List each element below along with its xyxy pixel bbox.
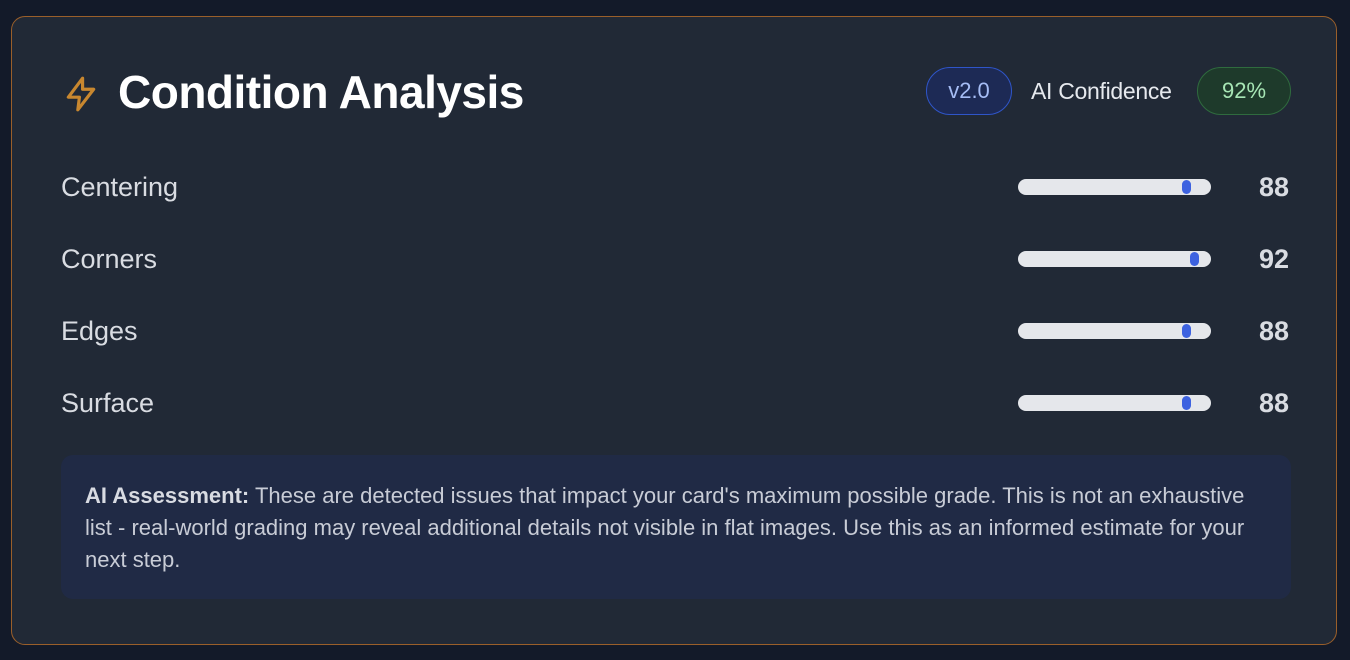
ai-assessment-box: AI Assessment: These are detected issues… [61, 455, 1291, 599]
score-slider[interactable] [1018, 179, 1211, 195]
metric-row-surface: Surface 88 [12, 383, 1336, 423]
metric-value: 88 [1258, 172, 1289, 202]
card-title: Condition Analysis [118, 66, 524, 118]
metric-value: 92 [1258, 244, 1289, 274]
score-slider[interactable] [1018, 323, 1211, 339]
score-slider-thumb[interactable] [1181, 396, 1191, 410]
ai-assessment-label: AI Assessment: [85, 483, 250, 508]
lightning-bolt-icon [66, 76, 96, 112]
ai-confidence-label: AI Confidence [1031, 78, 1172, 104]
metric-label: Centering [61, 172, 179, 202]
card-header: Condition Analysis v2.0 AI Confidence 92… [12, 17, 1336, 167]
metric-row-corners: Corners 92 [12, 239, 1336, 279]
metric-label: Edges [61, 316, 138, 346]
score-slider[interactable] [1018, 251, 1211, 267]
condition-analysis-card: Condition Analysis v2.0 AI Confidence 92… [11, 16, 1337, 645]
ai-assessment-text: These are detected issues that impact yo… [85, 483, 1245, 572]
metric-value: 88 [1258, 316, 1289, 346]
version-badge: v2.0 [926, 67, 1012, 115]
metric-value: 88 [1258, 388, 1289, 418]
ai-confidence-badge: 92% [1197, 67, 1291, 115]
metric-row-centering: Centering 88 [12, 167, 1336, 207]
score-slider-thumb[interactable] [1189, 252, 1199, 266]
metric-row-edges: Edges 88 [12, 311, 1336, 351]
score-slider-thumb[interactable] [1181, 324, 1191, 338]
metric-label: Surface [61, 388, 155, 418]
score-slider-thumb[interactable] [1181, 180, 1191, 194]
metric-label: Corners [61, 244, 158, 274]
score-slider[interactable] [1018, 395, 1211, 411]
